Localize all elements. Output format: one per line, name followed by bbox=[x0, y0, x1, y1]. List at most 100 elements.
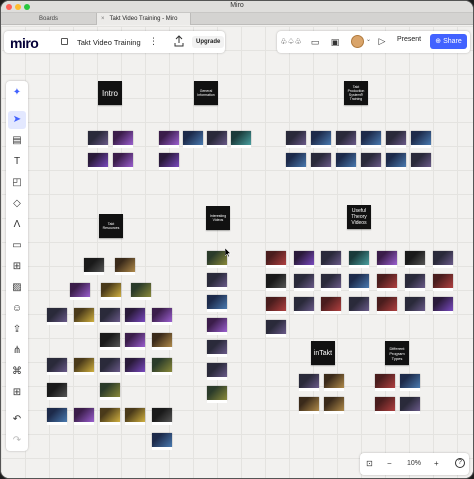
video-thumbnail[interactable] bbox=[100, 333, 120, 350]
upload-icon[interactable]: ⇪ bbox=[8, 321, 26, 339]
video-thumbnail[interactable] bbox=[207, 273, 227, 290]
video-thumbnail[interactable] bbox=[405, 251, 425, 268]
video-thumbnail[interactable] bbox=[231, 131, 251, 148]
sticky-note-icon[interactable]: ◰ bbox=[8, 174, 26, 192]
board-name[interactable]: Takt Video Training bbox=[77, 38, 141, 47]
zoom-in-button[interactable]: + bbox=[434, 458, 439, 470]
video-thumbnail[interactable] bbox=[74, 358, 94, 375]
video-thumbnail[interactable] bbox=[266, 297, 286, 314]
video-thumbnail[interactable] bbox=[294, 251, 314, 268]
video-thumbnail[interactable] bbox=[286, 131, 306, 148]
video-thumbnail[interactable] bbox=[321, 251, 341, 268]
video-thumbnail[interactable] bbox=[152, 308, 172, 325]
redo-icon[interactable]: ↷ bbox=[8, 432, 26, 450]
video-thumbnail[interactable] bbox=[47, 308, 67, 325]
frame-takt-resources[interactable]: Takt Resources bbox=[99, 214, 123, 238]
help-button[interactable]: ? bbox=[455, 458, 465, 468]
video-thumbnail[interactable] bbox=[411, 153, 431, 170]
upgrade-button[interactable]: Upgrade bbox=[192, 36, 225, 48]
tab-takt-video-training[interactable]: × Takt Video Training - Miro bbox=[97, 13, 191, 25]
fit-to-screen-icon[interactable]: ⊡ bbox=[366, 458, 373, 470]
video-thumbnail[interactable] bbox=[70, 283, 90, 300]
video-thumbnail[interactable] bbox=[433, 297, 453, 314]
video-thumbnail[interactable] bbox=[405, 274, 425, 291]
video-thumbnail[interactable] bbox=[349, 297, 369, 314]
export-icon[interactable] bbox=[174, 35, 184, 47]
frame-interesting-videos[interactable]: Interesting Videos bbox=[206, 206, 230, 230]
video-thumbnail[interactable] bbox=[74, 308, 94, 325]
video-thumbnail[interactable] bbox=[159, 131, 179, 148]
sparkle-icon[interactable]: ✦ bbox=[8, 84, 26, 102]
video-thumbnail[interactable] bbox=[266, 320, 286, 337]
frame-intro[interactable]: Intro bbox=[98, 81, 122, 105]
video-thumbnail[interactable] bbox=[47, 383, 67, 400]
video-thumbnail[interactable] bbox=[47, 358, 67, 375]
shapes-icon[interactable]: ◇ bbox=[8, 195, 26, 213]
video-thumbnail[interactable] bbox=[400, 374, 420, 391]
video-thumbnail[interactable] bbox=[100, 358, 120, 375]
video-thumbnail[interactable] bbox=[152, 358, 172, 375]
video-thumbnail[interactable] bbox=[324, 374, 344, 391]
video-thumbnail[interactable] bbox=[377, 274, 397, 291]
more-options-icon[interactable]: ⋮ bbox=[149, 35, 158, 47]
present-button[interactable]: Present bbox=[397, 36, 421, 43]
video-thumbnail[interactable] bbox=[266, 251, 286, 268]
video-thumbnail[interactable] bbox=[100, 308, 120, 325]
frame-intakt[interactable]: inTakt bbox=[311, 341, 335, 365]
video-thumbnail[interactable] bbox=[125, 308, 145, 325]
video-thumbnail[interactable] bbox=[286, 153, 306, 170]
video-thumbnail[interactable] bbox=[299, 397, 319, 414]
video-thumbnail[interactable] bbox=[183, 131, 203, 148]
chevron-down-icon[interactable]: ⌄ bbox=[366, 36, 371, 43]
tab-boards[interactable]: Boards bbox=[1, 13, 97, 25]
comments-icon[interactable]: ▭ bbox=[309, 36, 321, 48]
video-thumbnail[interactable] bbox=[349, 251, 369, 268]
template-icon[interactable]: ▤ bbox=[8, 132, 26, 150]
close-tab-icon[interactable]: × bbox=[101, 13, 105, 25]
video-thumbnail[interactable] bbox=[100, 383, 120, 400]
undo-icon[interactable]: ↶ bbox=[8, 411, 26, 429]
video-thumbnail[interactable] bbox=[361, 131, 381, 148]
video-thumbnail[interactable] bbox=[299, 374, 319, 391]
video-thumbnail[interactable] bbox=[207, 386, 227, 403]
video-thumbnail[interactable] bbox=[125, 408, 145, 425]
video-thumbnail[interactable] bbox=[400, 397, 420, 414]
board-canvas[interactable]: Intro General Information Takt Productio… bbox=[1, 26, 473, 478]
video-thumbnail[interactable] bbox=[113, 131, 133, 148]
video-thumbnail[interactable] bbox=[405, 297, 425, 314]
video-thumbnail[interactable] bbox=[375, 397, 395, 414]
video-thumbnail[interactable] bbox=[207, 131, 227, 148]
frame-takt-production-system-training[interactable]: Takt Production System® Training bbox=[344, 81, 368, 105]
video-thumbnail[interactable] bbox=[324, 397, 344, 414]
video-thumbnail[interactable] bbox=[207, 363, 227, 380]
video-thumbnail[interactable] bbox=[386, 153, 406, 170]
video-thumbnail[interactable] bbox=[152, 408, 172, 425]
video-thumbnail[interactable] bbox=[311, 153, 331, 170]
video-thumbnail[interactable] bbox=[336, 153, 356, 170]
zoom-out-button[interactable]: − bbox=[387, 458, 392, 470]
zoom-level[interactable]: 10% bbox=[407, 458, 421, 470]
video-thumbnail[interactable] bbox=[386, 131, 406, 148]
video-thumbnail[interactable] bbox=[207, 251, 227, 268]
frame-different-program-types[interactable]: Different Program Types bbox=[385, 341, 409, 365]
video-thumbnail[interactable] bbox=[266, 274, 286, 291]
cursor-icon[interactable]: ➤ bbox=[8, 111, 26, 129]
add-icon[interactable]: ⊞ bbox=[8, 384, 26, 402]
video-thumbnail[interactable] bbox=[375, 374, 395, 391]
text-icon[interactable]: T bbox=[8, 153, 26, 171]
video-thumbnail[interactable] bbox=[152, 333, 172, 350]
present-icon[interactable]: ▷ bbox=[376, 35, 388, 47]
video-thumbnail[interactable] bbox=[207, 340, 227, 357]
emoji-icon[interactable]: ☺ bbox=[8, 300, 26, 318]
video-thumbnail[interactable] bbox=[361, 153, 381, 170]
video-thumbnail[interactable] bbox=[377, 251, 397, 268]
video-thumbnail[interactable] bbox=[125, 333, 145, 350]
frame-general-information[interactable]: General Information bbox=[194, 81, 218, 105]
video-thumbnail[interactable] bbox=[207, 318, 227, 335]
video-thumbnail[interactable] bbox=[207, 295, 227, 312]
comment-icon[interactable]: ▭ bbox=[8, 237, 26, 255]
frame-icon[interactable]: ⊞ bbox=[8, 258, 26, 276]
video-thumbnail[interactable] bbox=[47, 408, 67, 425]
video-thumbnail[interactable] bbox=[131, 283, 151, 300]
video-thumbnail[interactable] bbox=[294, 274, 314, 291]
